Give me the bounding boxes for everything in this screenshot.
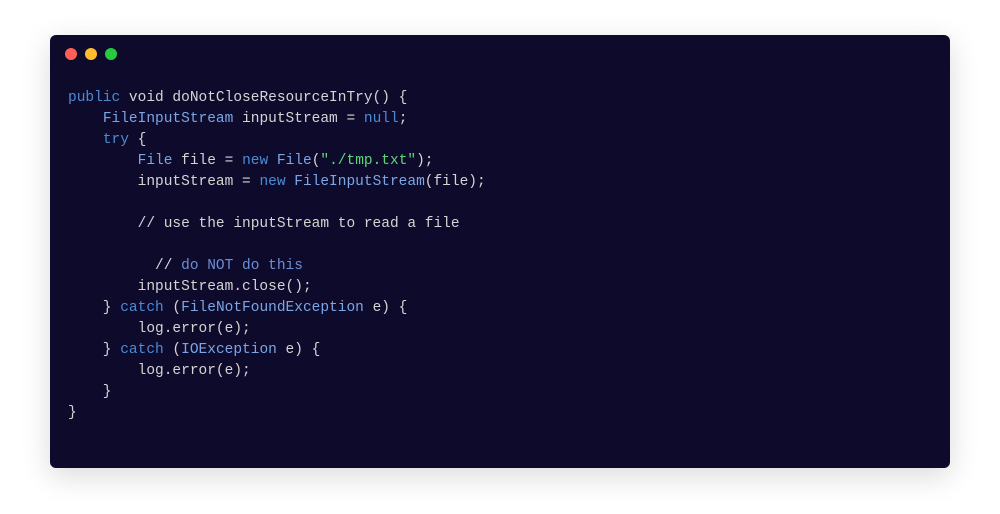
code-token: IOException [181,342,277,358]
code-token: ( [164,342,181,358]
code-token: // [68,258,181,274]
code-token: log.error(e); [68,363,251,379]
code-token: } [68,342,120,358]
code-token [68,237,77,253]
code-token: try [103,132,129,148]
titlebar [50,35,950,73]
code-token: FileNotFoundException [181,300,364,316]
close-icon[interactable] [65,48,77,60]
code-token: ( [164,300,181,316]
code-token: e) { [364,300,408,316]
code-token: void doNotCloseResourceInTry() { [120,90,407,106]
code-token: e) { [277,342,321,358]
code-token [268,153,277,169]
code-token [68,111,103,127]
code-token: new [242,153,268,169]
code-token: inputStream.close(); [68,279,312,295]
code-token [286,174,295,190]
code-token: File [277,153,312,169]
code-window: public void doNotCloseResourceInTry() { … [50,35,950,468]
code-token: catch [120,300,164,316]
code-token [68,132,103,148]
code-token [68,195,77,211]
code-editor[interactable]: public void doNotCloseResourceInTry() { … [50,73,950,468]
code-token: FileInputStream [103,111,234,127]
code-content: public void doNotCloseResourceInTry() { … [68,88,948,424]
code-token: null [364,111,399,127]
minimize-icon[interactable] [85,48,97,60]
code-token: // use the inputStream to read a file [68,216,460,232]
code-token: "./tmp.txt" [320,153,416,169]
code-token: file = [172,153,242,169]
code-token [68,153,138,169]
code-token: ); [416,153,433,169]
code-token: (file); [425,174,486,190]
code-token: log.error(e); [68,321,251,337]
code-token: { [129,132,146,148]
code-token: FileInputStream [294,174,425,190]
code-token: catch [120,342,164,358]
code-token: File [138,153,173,169]
code-token: inputStream = [233,111,364,127]
code-token: do NOT do this [181,258,303,274]
code-token: new [259,174,285,190]
code-token: public [68,90,120,106]
code-token: ; [399,111,408,127]
code-token: } [68,405,77,421]
code-token: } [68,300,120,316]
zoom-icon[interactable] [105,48,117,60]
code-token: inputStream = [68,174,259,190]
code-token: } [68,384,112,400]
